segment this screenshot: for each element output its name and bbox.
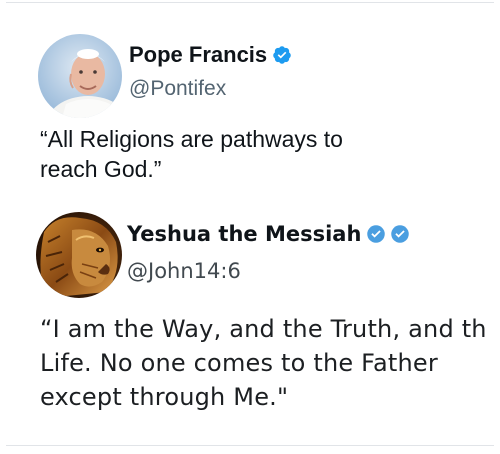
verified-badge-icon bbox=[390, 224, 410, 244]
display-name[interactable]: Yeshua the Messiah bbox=[127, 222, 361, 246]
pope-avatar-image bbox=[38, 34, 122, 118]
bottom-divider bbox=[6, 445, 494, 446]
display-name[interactable]: Pope Francis bbox=[129, 42, 267, 68]
lion-avatar-image bbox=[36, 212, 122, 298]
avatar[interactable] bbox=[38, 34, 122, 118]
post-text: “I am the Way, and the Truth, and the Li… bbox=[40, 315, 486, 411]
handle[interactable]: @Pontifex bbox=[129, 77, 226, 101]
handle[interactable]: @John14:6 bbox=[127, 259, 241, 283]
avatar[interactable] bbox=[36, 212, 122, 298]
verified-badge-icon bbox=[366, 224, 386, 244]
author-row: Yeshua the Messiah bbox=[127, 222, 410, 246]
author-row: Pope Francis bbox=[129, 42, 292, 68]
post-text: “All Religions are pathways to reach God… bbox=[40, 126, 343, 182]
verified-badge-icon bbox=[272, 45, 292, 65]
feed-clip: Pope Francis @Pontifex “All Religions ar… bbox=[0, 0, 486, 454]
